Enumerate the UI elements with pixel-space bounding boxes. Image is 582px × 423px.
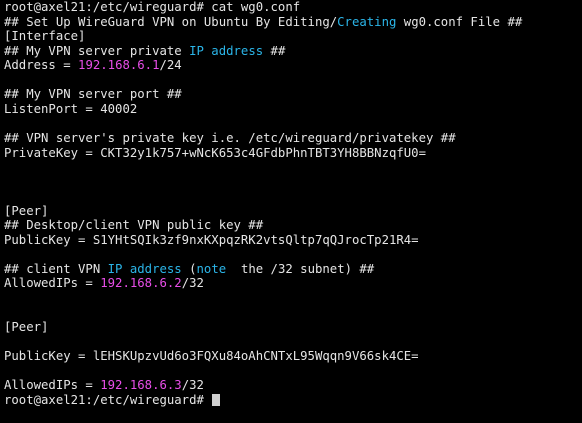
terminal-text: ## client VPN (4, 261, 108, 276)
terminal-line: ## client VPN IP address (note the /32 s… (4, 262, 374, 276)
terminal-text: [Peer] (4, 320, 49, 335)
ip-value: 192.168.6.2 (100, 276, 182, 291)
shell-prompt-line: root@axel21:/etc/wireguard# (4, 392, 221, 407)
terminal-text: wg0.conf File ## (396, 14, 523, 29)
terminal-text: ( (181, 261, 197, 276)
terminal-text: the /32 subnet) ## (226, 261, 375, 276)
terminal-text: ## (263, 43, 286, 58)
terminal-line: [Peer] (4, 320, 48, 334)
terminal-text: AllowedIPs = (4, 378, 101, 393)
terminal-line: PrivateKey = CKT32y1k757+wNcK653c4GFdbPh… (4, 146, 426, 160)
ip-value: 192.168.6.3 (100, 378, 182, 393)
terminal-text: [Peer] (4, 203, 49, 218)
terminal-text: /32 (181, 378, 204, 393)
terminal-line: [Peer] (4, 204, 48, 218)
terminal-line: AllowedIPs = 192.168.6.3/32 (4, 378, 204, 392)
terminal-line: PublicKey = lEHSKUpzvUd6o3FQXu84oAhCNTxL… (4, 349, 419, 363)
terminal-text: /32 (181, 276, 204, 291)
terminal-text: PrivateKey = CKT32y1k757+wNcK653c4GFdbPh… (4, 145, 426, 160)
terminal-text: ## My VPN server port ## (4, 87, 182, 102)
terminal-line: AllowedIPs = 192.168.6.2/32 (4, 276, 204, 290)
terminal-text: [Interface] (4, 29, 86, 44)
cursor-block (212, 393, 221, 406)
highlighted-keyword: IP address (189, 43, 264, 58)
ip-value: 192.168.6.1 (78, 58, 160, 73)
terminal-line: ## VPN server's private key i.e. /etc/wi… (4, 131, 456, 145)
highlighted-keyword: IP address (107, 261, 182, 276)
terminal-text: ## Desktop/client VPN public key ## (4, 218, 264, 233)
terminal-line: root@axel21:/etc/wireguard# cat wg0.conf (4, 0, 300, 14)
terminal-text: /24 (159, 58, 182, 73)
terminal-text: ListenPort = 40002 (4, 101, 138, 116)
terminal-text: ## My VPN server private (4, 43, 190, 58)
terminal-line: Address = 192.168.6.1/24 (4, 58, 182, 72)
terminal-line: ## My VPN server port ## (4, 87, 182, 101)
terminal-text: AllowedIPs = (4, 276, 101, 291)
highlighted-keyword: Creating (337, 14, 397, 29)
terminal-line: ## Desktop/client VPN public key ## (4, 218, 263, 232)
terminal-text: ## VPN server's private key i.e. /etc/wi… (4, 130, 456, 145)
terminal-line: ## My VPN server private IP address ## (4, 44, 285, 58)
terminal-line: ListenPort = 40002 (4, 102, 137, 116)
terminal-window[interactable]: root@axel21:/etc/wireguard# cat wg0.conf… (0, 0, 582, 423)
terminal-line: PublicKey = S1YHtSQIk3zf9nxKXpqzRK2vtsQl… (4, 233, 419, 247)
terminal-line: ## Set Up WireGuard VPN on Ubuntu By Edi… (4, 15, 522, 29)
terminal-text: PublicKey = lEHSKUpzvUd6o3FQXu84oAhCNTxL… (4, 349, 419, 364)
terminal-text: root@axel21:/etc/wireguard# (4, 392, 212, 407)
highlighted-keyword: note (196, 261, 227, 276)
terminal-text: ## Set Up WireGuard VPN on Ubuntu By Edi… (4, 14, 338, 29)
terminal-text: PublicKey = S1YHtSQIk3zf9nxKXpqzRK2vtsQl… (4, 232, 419, 247)
terminal-text: Address = (4, 58, 79, 73)
terminal-text: root@axel21:/etc/wireguard# cat wg0.conf (4, 0, 301, 14)
terminal-line: [Interface] (4, 29, 85, 43)
